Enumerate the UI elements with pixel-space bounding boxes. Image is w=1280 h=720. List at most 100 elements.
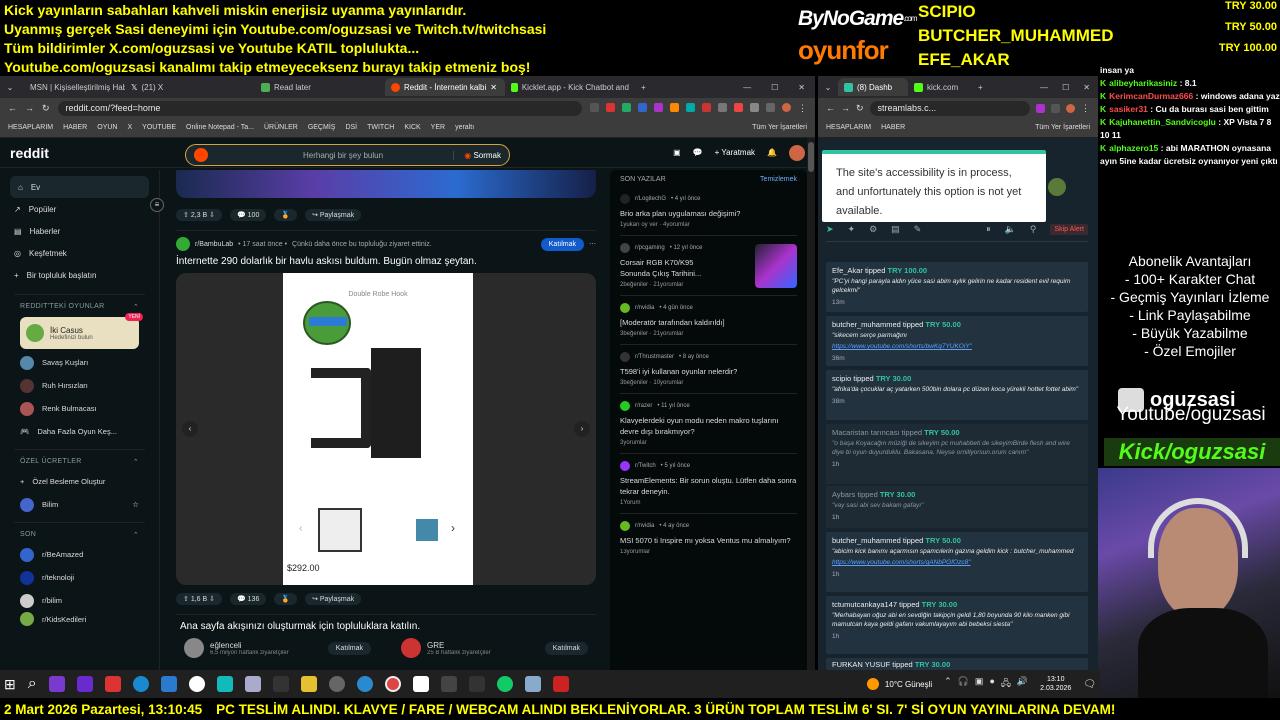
app-icon[interactable] [552,676,569,692]
ads-icon[interactable]: ▣ [673,148,681,157]
sidebar-game[interactable]: 🎮 Daha Fazla Oyun Keş... [0,420,159,443]
create-button[interactable]: + Yaratmak [715,148,755,157]
extension-icon[interactable] [750,102,759,112]
extension-icon[interactable] [654,102,663,112]
tab-dashboard[interactable]: (8) Dashb [838,78,908,96]
sidebar-item-popular[interactable]: ↗ Popüler [0,198,159,220]
app-icon[interactable] [496,676,513,692]
extension-icon[interactable] [734,102,743,112]
volume-icon[interactable]: 🔊 [1017,676,1028,692]
more-icon[interactable]: ⋯ [589,240,596,248]
app-icon[interactable] [48,676,65,692]
back-icon[interactable]: ← [826,103,835,113]
thumb-next-icon[interactable]: › [451,521,455,535]
tray-icon[interactable]: ⌃ [944,676,952,692]
extension-icon[interactable] [622,102,631,112]
tip-alert[interactable]: tctumutcankaya147 tipped TRY 30.00 "Merha… [826,596,1088,654]
clear-button[interactable]: Temizlemek [760,176,797,183]
bookmark-item[interactable]: yeraltı [455,124,474,131]
extension-icon[interactable] [638,102,647,112]
tab-x[interactable]: 𝕏 (21) X [125,78,255,96]
close-window-icon[interactable]: ✕ [1083,83,1090,92]
bookmark-item[interactable]: DSİ [345,124,357,131]
award-button[interactable]: 🏅 [274,209,298,221]
url-input[interactable]: streamlabs.c... [869,100,1030,116]
recent-community[interactable]: r/BeAmazed [0,543,159,566]
avatar[interactable] [1048,178,1066,196]
recent-post[interactable]: r/Twitch • 5 yıl önce StreamElements: Bir … [620,454,797,514]
join-button[interactable]: Katılmak [544,641,588,655]
onenote-icon[interactable] [76,676,93,692]
forward-icon[interactable]: → [841,103,850,113]
bot-icon[interactable]: ⚙ [869,224,877,235]
post-title[interactable]: İnternette 290 dolarlık bir havlu askısı… [176,256,596,267]
new-tab-icon[interactable]: + [641,83,646,92]
tip-alert[interactable]: butcher_muhammed tipped TRY 50.00 "sikece… [826,316,1088,366]
search-input[interactable]: Herhangi bir şey bulun ◉ Sormak [185,144,510,166]
close-icon[interactable]: ✕ [490,83,497,92]
tab-kick[interactable]: kick.com [908,78,978,96]
share-button[interactable]: ↪ Paylaşmak [305,593,362,605]
minimize-icon[interactable]: — [1040,83,1048,92]
extension-icon[interactable] [686,102,695,112]
games-section-header[interactable]: REDDIT'TEKİ OYUNLAR ⌃ [0,295,159,315]
tip-alert[interactable]: scipio tipped TRY 30.00 "afrika'da çocukl… [826,370,1088,420]
featured-game-card[interactable]: İki Casus Hedefinizi bulun YENİ [20,313,143,349]
gift-icon[interactable]: ✦ [848,224,856,235]
notification-icon[interactable]: 🗨 [1083,679,1096,690]
back-icon[interactable]: ← [8,103,17,113]
app-icon[interactable] [412,676,429,692]
extension-icon[interactable] [766,102,775,112]
tab-msn[interactable]: MSN | Kişiselleştirilmiş Haberle [20,78,125,96]
tip-alert[interactable]: Efe_Akar tipped TRY 100.00 "PC'yi hangi p… [826,262,1088,312]
tray-icon[interactable]: 🎧 [958,676,969,692]
search-icon[interactable]: ⌕ [28,675,37,693]
explorer-icon[interactable] [300,676,317,692]
bookmark-item[interactable]: X [127,124,132,131]
maximize-icon[interactable]: ☐ [771,83,778,92]
bookmark-item[interactable]: Tüm Yer İşaretleri [1035,124,1090,131]
app-icon[interactable] [440,676,457,692]
extension-icon[interactable] [718,102,727,112]
bookmark-item[interactable]: YER [431,124,445,131]
ask-button[interactable]: ◉ Sormak [453,150,501,160]
sidebar-game[interactable]: Ruh Hırsızları [0,374,159,397]
sidebar-item-news[interactable]: ▤ Haberler [0,220,159,242]
tab-kicklet[interactable]: Kicklet.app - Kick Chatbot and [505,78,635,96]
profile-icon[interactable] [1066,103,1075,113]
recent-community[interactable]: r/KidsKedileri [0,612,159,626]
tab-read-later[interactable]: Read later [255,78,385,96]
mute-icon[interactable]: 🔈 [1005,224,1016,235]
app-icon[interactable] [328,676,345,692]
tray-icon[interactable]: ▣ [975,676,984,692]
award-button[interactable]: 🏅 [274,593,298,605]
tip-link[interactable]: https://www.youtube.com/shorts/bwKq7YUKO… [832,342,1082,351]
close-window-icon[interactable]: ✕ [798,83,805,92]
edit-icon[interactable]: ✎ [914,224,922,235]
start-icon[interactable]: ⊞ [4,676,16,693]
vote-control[interactable]: ⇧ 2,3 B ⇩ [176,209,222,221]
recent-community[interactable]: r/bilim [0,589,159,612]
extension-icon[interactable] [590,102,599,112]
app-icon[interactable] [272,676,289,692]
app-icon[interactable] [524,676,541,692]
app-icon[interactable] [468,676,485,692]
sidebar-item-home[interactable]: ⌂ Ev [10,176,149,198]
join-button[interactable]: Katılmak [327,641,371,655]
notifications-icon[interactable]: 🔔 [767,148,777,157]
recent-community[interactable]: r/teknoloji [0,566,159,589]
sidebar-game[interactable]: Renk Bulmacası [0,397,159,420]
list-icon[interactable]: ▤ [891,224,900,235]
bookmark-item[interactable]: OYUN [97,124,117,131]
app-icon[interactable] [216,676,233,692]
comments-button[interactable]: 💬 100 [229,209,267,221]
recent-post[interactable]: r/nvidia • 4 ay önce MSI 5070 ti Inspire m… [620,514,797,562]
bookmark-item[interactable]: HESAPLARIM [826,124,871,131]
recent-post[interactable]: r/LogitechG • 4 yıl önce Brio arka plan uy… [620,187,797,236]
clock[interactable]: 13:10 2.03.2026 [1040,675,1071,693]
pause-icon[interactable]: ⏸ [986,224,991,235]
tab-list-icon[interactable]: ⌄ [818,83,838,92]
extension-icon[interactable] [606,102,615,112]
share-button[interactable]: ↪ Paylaşmak [305,209,362,221]
bookmark-item[interactable]: HABER [63,124,87,131]
